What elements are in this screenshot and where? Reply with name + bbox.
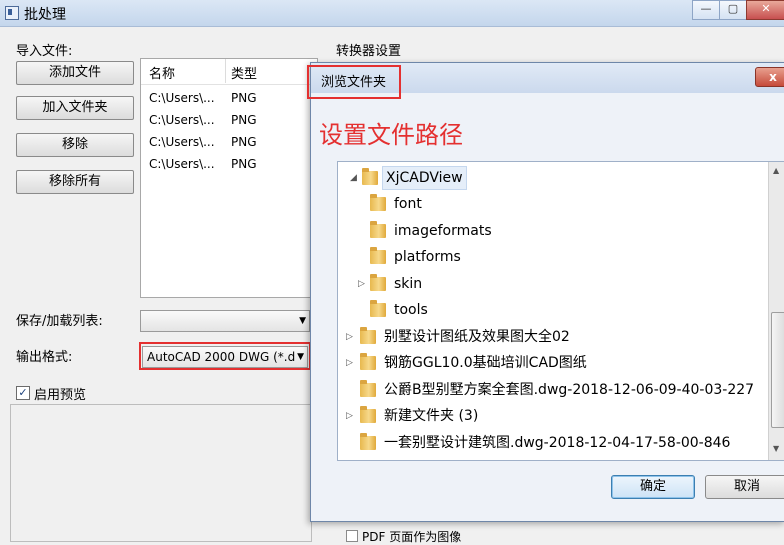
enable-preview-label: 启用预览	[34, 388, 87, 403]
list-item-type[interactable]: PNG	[231, 91, 257, 105]
list-item-type[interactable]: PNG	[231, 157, 257, 171]
list-item-name[interactable]: C:\Users\...	[149, 113, 215, 127]
import-files-label: 导入文件:	[16, 44, 73, 59]
dialog-close-button[interactable]: x	[755, 67, 784, 87]
window-titlebar	[0, 0, 784, 27]
tree-item-label: platforms	[394, 249, 461, 265]
cancel-button[interactable]: 取消	[705, 475, 784, 499]
tree-item-label: 一套别墅设计建筑图.dwg-2018-12-04-17-58-00-846	[384, 435, 731, 451]
maximize-button[interactable]: ▢	[719, 0, 747, 20]
list-item-type[interactable]: PNG	[231, 113, 257, 127]
converter-settings-label: 转换器设置	[336, 44, 402, 59]
browse-folder-dialog: 浏览文件夹 x 设置文件路径 ◢ XjCADView font imagefor…	[307, 62, 784, 522]
collapse-icon[interactable]: ◢	[350, 166, 357, 190]
folder-icon	[370, 221, 386, 238]
expand-icon[interactable]: ▷	[346, 351, 353, 375]
scroll-up-icon[interactable]: ▲	[773, 166, 779, 175]
folder-icon	[370, 274, 386, 291]
tree-item-label: XjCADView	[382, 166, 467, 190]
expand-icon[interactable]: ▷	[346, 404, 353, 428]
preview-area	[10, 404, 312, 542]
pdf-page-as-image-checkbox[interactable]	[346, 530, 358, 542]
list-item-name[interactable]: C:\Users\...	[149, 91, 215, 105]
add-file-button[interactable]: 添加文件	[16, 61, 134, 85]
add-folder-button[interactable]: 加入文件夹	[16, 96, 134, 120]
folder-icon	[360, 406, 376, 423]
chevron-down-icon: ▼	[299, 316, 306, 326]
tree-item-label: 钢筋GGL10.0基础培训CAD图纸	[384, 355, 587, 371]
folder-icon	[370, 300, 386, 317]
scroll-down-icon[interactable]: ▼	[773, 444, 779, 453]
folder-icon	[370, 247, 386, 264]
tree-item-label: 新建文件夹 (3)	[384, 408, 479, 424]
tree-item-label: 别墅设计图纸及效果图大全02	[384, 329, 570, 345]
tree-item-label: tools	[394, 302, 428, 318]
scrollbar-thumb[interactable]	[771, 312, 784, 428]
dialog-title-highlight	[307, 65, 401, 99]
list-item-name[interactable]: C:\Users\...	[149, 135, 215, 149]
enable-preview-checkbox[interactable]: ✓	[16, 386, 30, 400]
remove-all-button[interactable]: 移除所有	[16, 170, 134, 194]
folder-icon	[360, 380, 376, 397]
folder-icon	[360, 433, 376, 450]
folder-icon	[360, 327, 376, 344]
ok-button[interactable]: 确定	[611, 475, 695, 499]
column-divider	[225, 59, 226, 83]
folder-icon	[370, 194, 386, 211]
list-item-name[interactable]: C:\Users\...	[149, 157, 215, 171]
column-header-type[interactable]: 类型	[231, 63, 257, 82]
minimize-button[interactable]: —	[692, 0, 720, 20]
expand-icon[interactable]: ▷	[358, 272, 365, 296]
remove-button[interactable]: 移除	[16, 133, 134, 157]
column-header-name[interactable]: 名称	[149, 63, 175, 82]
tree-item-label: font	[394, 196, 422, 212]
dialog-instruction: 设置文件路径	[319, 121, 463, 149]
output-format-highlight	[139, 342, 311, 370]
list-item-type[interactable]: PNG	[231, 135, 257, 149]
tree-item-label: skin	[394, 276, 423, 292]
window-close-button[interactable]: ✕	[746, 0, 784, 20]
expand-icon[interactable]: ▷	[346, 325, 353, 349]
tree-scrollbar[interactable]: ▲ ▼	[768, 162, 784, 460]
header-separator	[141, 84, 317, 85]
window-title: 批处理	[24, 7, 66, 23]
save-load-list-label: 保存/加载列表:	[16, 314, 103, 329]
pdf-page-as-image-label: PDF 页面作为图像	[362, 530, 462, 544]
folder-icon	[360, 353, 376, 370]
app-icon	[5, 6, 19, 20]
folder-icon	[362, 168, 378, 185]
save-load-list-combo[interactable]: ▼	[140, 310, 310, 332]
tree-item-label: 公爵B型别墅方案全套图.dwg-2018-12-06-09-40-03-227	[384, 382, 755, 398]
import-file-list[interactable]: 名称 类型 C:\Users\... PNG C:\Users\... PNG …	[140, 58, 318, 298]
folder-tree[interactable]: ◢ XjCADView font imageformats platforms …	[337, 161, 784, 461]
output-format-label: 输出格式:	[16, 350, 73, 365]
tree-item-label: imageformats	[394, 223, 492, 239]
